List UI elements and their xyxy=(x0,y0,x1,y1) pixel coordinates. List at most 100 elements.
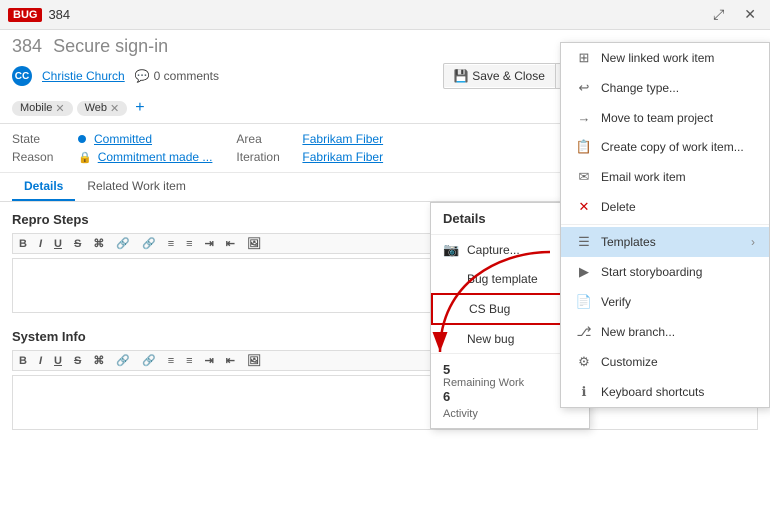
main-content: Repro Steps B I U S ⌘ 🔗 🔗 ≡ ≡ ⇥ ⇤ 🖼 Syst… xyxy=(0,202,770,478)
reason-row: Reason 🔒 Commitment made ... xyxy=(12,150,212,164)
ctx-create-copy-label: Create copy of work item... xyxy=(601,140,744,154)
si-strikethrough-button[interactable]: S xyxy=(70,353,85,368)
si-italic-button[interactable]: I xyxy=(35,353,46,368)
si-indent-button[interactable]: ⇥ xyxy=(201,353,218,368)
ctx-delete-label: Delete xyxy=(601,200,636,214)
tab-details[interactable]: Details xyxy=(12,173,75,201)
ctx-keyboard-shortcuts-label: Keyboard shortcuts xyxy=(601,385,704,399)
tag-web-label: Web xyxy=(85,102,107,114)
title-bar: BUG 384 ⤢ ✕ xyxy=(0,0,770,30)
verify-icon: 📄 xyxy=(575,294,593,310)
move-team-icon: → xyxy=(575,110,593,125)
ctx-templates[interactable]: ☰ Templates › xyxy=(561,227,769,257)
lock-icon: 🔒 xyxy=(78,151,92,164)
strikethrough-button[interactable]: S xyxy=(70,236,85,251)
underline-button[interactable]: U xyxy=(50,236,66,251)
title-bar-number: 384 xyxy=(48,7,70,22)
delete-icon: ✕ xyxy=(575,199,593,215)
ctx-storyboarding[interactable]: ▶ Start storyboarding xyxy=(561,257,769,287)
close-button[interactable]: ✕ xyxy=(738,4,762,25)
iteration-label: Iteration xyxy=(236,150,296,164)
state-label: State xyxy=(12,132,72,146)
ctx-email[interactable]: ✉ Email work item xyxy=(561,162,769,192)
si-list-button[interactable]: ≡ xyxy=(164,353,178,368)
tag-web: Web ✕ xyxy=(77,101,128,116)
code-button[interactable]: ⌘ xyxy=(89,236,108,251)
context-menu: ⊞ New linked work item ↩ Change type... … xyxy=(560,42,770,408)
ctx-new-linked-label: New linked work item xyxy=(601,51,714,65)
author-name[interactable]: Christie Church xyxy=(42,69,125,83)
save-close-label: Save & Close xyxy=(472,69,545,83)
remaining-work-label: Remaining Work xyxy=(443,377,577,389)
outdent-button[interactable]: ⇤ xyxy=(222,236,239,251)
ctx-verify[interactable]: 📄 Verify xyxy=(561,287,769,317)
si-outdent-button[interactable]: ⇤ xyxy=(222,353,239,368)
image-button[interactable]: 🖼 xyxy=(243,236,265,251)
iteration-row: Iteration Fabrikam Fiber xyxy=(236,150,383,164)
save-close-button[interactable]: 💾 Save & Close xyxy=(444,65,555,87)
iteration-value[interactable]: Fabrikam Fiber xyxy=(302,150,383,164)
si-image-button[interactable]: 🖼 xyxy=(243,353,265,368)
ctx-move-team-label: Move to team project xyxy=(601,111,713,125)
create-copy-icon: 📋 xyxy=(575,139,593,155)
keyboard-shortcuts-icon: ℹ xyxy=(575,384,593,400)
ctx-verify-label: Verify xyxy=(601,295,631,309)
si-link2-button[interactable]: 🔗 xyxy=(138,353,160,368)
indent-button[interactable]: ⇥ xyxy=(201,236,218,251)
save-close-group: 💾 Save & Close ▾ xyxy=(443,63,576,89)
ctx-customize[interactable]: ⚙ Customize xyxy=(561,347,769,377)
list2-button[interactable]: ≡ xyxy=(182,236,196,251)
ctx-delete[interactable]: ✕ Delete xyxy=(561,192,769,222)
capture-label: Capture... xyxy=(467,243,520,257)
list-button[interactable]: ≡ xyxy=(164,236,178,251)
state-group: State Committed Reason 🔒 Commitment made… xyxy=(12,132,212,164)
ctx-storyboarding-label: Start storyboarding xyxy=(601,265,702,279)
si-link-button[interactable]: 🔗 xyxy=(112,353,134,368)
tag-mobile-label: Mobile xyxy=(20,102,52,114)
comments-icon: 💬 xyxy=(135,69,150,83)
comments-button[interactable]: 💬 0 comments xyxy=(135,69,219,83)
tag-mobile: Mobile ✕ xyxy=(12,101,73,116)
activity-label: Activity xyxy=(443,408,577,420)
expand-button[interactable]: ⤢ xyxy=(707,4,730,25)
italic-button[interactable]: I xyxy=(35,236,46,251)
templates-chevron: › xyxy=(751,235,755,249)
area-value[interactable]: Fabrikam Fiber xyxy=(302,132,383,146)
bug-template-label: Bug template xyxy=(467,272,538,286)
save-icon: 💾 xyxy=(454,69,469,83)
ctx-keyboard-shortcuts[interactable]: ℹ Keyboard shortcuts xyxy=(561,377,769,407)
work-item-number: 384 xyxy=(12,36,42,56)
new-linked-icon: ⊞ xyxy=(575,50,593,66)
si-list2-button[interactable]: ≡ xyxy=(182,353,196,368)
ctx-customize-label: Customize xyxy=(601,355,658,369)
state-value[interactable]: Committed xyxy=(94,132,152,146)
ctx-create-copy[interactable]: 📋 Create copy of work item... xyxy=(561,132,769,162)
si-code-button[interactable]: ⌘ xyxy=(89,353,108,368)
ctx-change-type[interactable]: ↩ Change type... xyxy=(561,73,769,103)
capture-icon: 📷 xyxy=(443,242,459,258)
reason-label: Reason xyxy=(12,150,72,164)
reason-value[interactable]: Commitment made ... xyxy=(98,150,213,164)
change-type-icon: ↩ xyxy=(575,80,593,96)
ctx-divider xyxy=(561,224,769,225)
tag-web-close[interactable]: ✕ xyxy=(110,102,119,115)
remaining-work-value: 5 xyxy=(443,362,577,377)
link-button[interactable]: 🔗 xyxy=(112,236,134,251)
tag-mobile-close[interactable]: ✕ xyxy=(55,102,64,115)
new-branch-icon: ⎇ xyxy=(575,324,593,340)
link2-button[interactable]: 🔗 xyxy=(138,236,160,251)
ctx-email-label: Email work item xyxy=(601,170,686,184)
comments-count: 0 comments xyxy=(154,69,219,83)
area-group: Area Fabrikam Fiber Iteration Fabrikam F… xyxy=(236,132,383,164)
add-tag-button[interactable]: + xyxy=(131,99,148,117)
si-underline-button[interactable]: U xyxy=(50,353,66,368)
tab-related-work-item[interactable]: Related Work item xyxy=(75,173,197,201)
si-bold-button[interactable]: B xyxy=(15,353,31,368)
cs-bug-label: CS Bug xyxy=(469,302,510,316)
ctx-new-branch[interactable]: ⎇ New branch... xyxy=(561,317,769,347)
bug-badge: BUG xyxy=(8,8,42,22)
ctx-new-linked[interactable]: ⊞ New linked work item xyxy=(561,43,769,73)
ctx-move-team[interactable]: → Move to team project xyxy=(561,103,769,132)
bold-button[interactable]: B xyxy=(15,236,31,251)
state-dot xyxy=(78,135,86,143)
